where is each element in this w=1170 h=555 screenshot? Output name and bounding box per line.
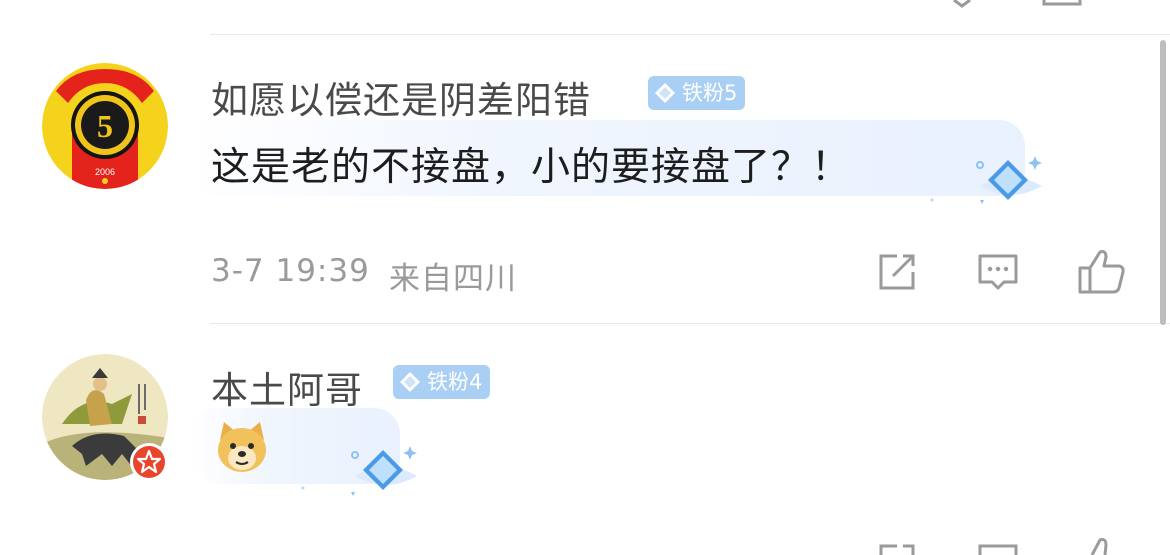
avatar[interactable]: 5 2006: [42, 63, 168, 189]
like-icon[interactable]: [1078, 248, 1126, 294]
comment-icon[interactable]: [976, 540, 1020, 555]
bubble-diamond-icon: [301, 446, 417, 496]
like-icon[interactable]: [1078, 536, 1126, 555]
red-star-badge-icon: [130, 443, 168, 481]
diamond-icon: [400, 372, 420, 392]
username[interactable]: 本土阿哥: [211, 360, 363, 414]
comment-text: 这是老的不接盘，小的要接盘了？！: [211, 145, 852, 190]
comment-location: 来自四川: [389, 261, 517, 297]
comment-time: 3-7 19:39: [211, 253, 370, 289]
fan-badge[interactable]: 铁粉4: [393, 365, 491, 399]
svg-text:2006: 2006: [95, 167, 115, 177]
fan-badge-label: 铁粉5: [682, 81, 738, 105]
share-icon[interactable]: [875, 540, 919, 555]
five-jiao-coin-avatar-icon: 5 2006: [42, 63, 168, 189]
divider-top: [210, 34, 1170, 35]
doge-emoji: [218, 422, 266, 472]
divider: [210, 323, 1170, 324]
comment-icon[interactable]: [976, 250, 1020, 294]
bubble-diamond-icon: [930, 156, 1042, 204]
scrollbar[interactable]: [1160, 40, 1166, 325]
svg-text:5: 5: [97, 108, 113, 144]
username[interactable]: 如愿以偿还是阴差阳错: [211, 70, 591, 124]
fan-badge[interactable]: 铁粉5: [648, 76, 746, 110]
top-partial-icons: [953, 0, 1082, 8]
diamond-icon: [655, 83, 675, 103]
share-icon[interactable]: [875, 250, 919, 294]
fan-badge-label: 铁粉4: [427, 370, 483, 394]
